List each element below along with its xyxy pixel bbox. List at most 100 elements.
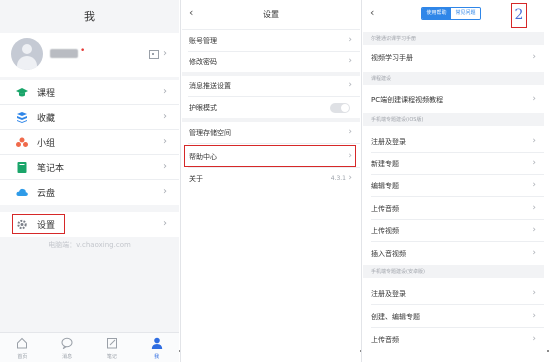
settings-item-eye-protection[interactable]: 护眼模式	[182, 98, 360, 118]
chevron-right-icon: ›	[348, 35, 352, 45]
tab-home[interactable]: 首页	[0, 333, 45, 362]
me-panel: 我 • › 课程 › 收藏 › 小组 › 笔记本 › 云盘 › 设置 › 电脑端…	[0, 0, 179, 362]
divider	[188, 143, 360, 144]
menu-item-cloud-drive[interactable]: 云盘 ›	[0, 180, 179, 205]
back-arrow-icon[interactable]: ‹	[370, 6, 374, 19]
menu-item-group[interactable]: 小组 ›	[0, 130, 179, 155]
chevron-right-icon: ›	[163, 218, 167, 229]
settings-item-label: 关于	[189, 175, 203, 183]
chevron-right-icon: ›	[532, 334, 536, 344]
help-item[interactable]: 上传音频 ›	[363, 198, 544, 220]
help-item-label: 新建专题	[371, 160, 399, 168]
tab-notes[interactable]: 笔记	[90, 333, 135, 362]
help-item-label: PC端创建课程视频教程	[371, 96, 444, 104]
settings-item-storage[interactable]: 管理存储空间 ›	[182, 123, 360, 143]
menu-item-favorites[interactable]: 收藏 ›	[0, 105, 179, 130]
menu-item-label: 收藏	[37, 114, 56, 124]
chevron-right-icon: ›	[348, 173, 352, 183]
help-item[interactable]: 插入音视频 ›	[363, 243, 544, 265]
help-item-label: 创建、编辑专题	[371, 313, 420, 321]
chevron-right-icon: ›	[532, 180, 536, 190]
menu-item-notebook[interactable]: 笔记本 ›	[0, 155, 179, 180]
section-header: 尔雅通识课学习手册	[363, 32, 544, 45]
section-header: 手机端专题建设(iOS版)	[363, 113, 544, 126]
settings-item-about[interactable]: 关于 4.3.1 ›	[182, 169, 360, 189]
chevron-right-icon: ›	[348, 56, 352, 66]
settings-header: ‹ 设置	[182, 0, 360, 30]
settings-item-account[interactable]: 账号管理 ›	[182, 31, 360, 51]
section-header-label: 手机端专题建设(iOS版)	[371, 117, 424, 123]
panel-divider	[180, 0, 181, 362]
favorites-icon	[17, 112, 27, 123]
help-item-label: 注册及登录	[371, 138, 406, 146]
profile-card[interactable]: • ›	[0, 33, 179, 77]
chevron-right-icon: ›	[532, 248, 536, 258]
tab-messages[interactable]: 消息	[45, 333, 90, 362]
tab-me[interactable]: 我	[134, 333, 179, 362]
chevron-right-icon: ›	[163, 161, 167, 172]
help-item[interactable]: 视频学习手册 ›	[363, 47, 544, 69]
desktop-url-text: 电脑端：v.chaoxing.com	[48, 241, 131, 249]
section-gap	[182, 118, 360, 122]
help-item[interactable]: 注册及登录 ›	[363, 131, 544, 153]
tab-usage-help[interactable]: 使用帮助	[422, 8, 451, 19]
help-item[interactable]: 注册及登录 ›	[363, 283, 544, 305]
bottom-tab-bar: 首页 消息 笔记 我	[0, 332, 179, 362]
help-item[interactable]: PC端创建课程视频教程 ›	[363, 89, 544, 111]
eye-protection-toggle[interactable]	[330, 103, 350, 113]
tab-label: 消息	[62, 354, 73, 360]
chevron-right-icon: ›	[163, 136, 167, 147]
settings-panel: ‹ 设置 账号管理 › 修改密码 › 消息推送设置 › 护眼模式 管理存储空间 …	[182, 0, 360, 362]
qr-code-icon[interactable]	[149, 50, 159, 59]
settings-item-change-password[interactable]: 修改密码 ›	[182, 52, 360, 72]
cloud-icon	[16, 188, 28, 196]
divider	[188, 167, 360, 168]
help-item-label: 编辑专题	[371, 182, 399, 190]
separator-dot	[547, 350, 549, 352]
avatar[interactable]	[11, 38, 43, 70]
section-header-label: 手机端专题建设(安卓版)	[371, 269, 425, 275]
chevron-right-icon: ›	[163, 48, 167, 59]
help-item[interactable]: 上传音频 ›	[363, 329, 544, 351]
help-center-highlight-box	[184, 145, 356, 167]
settings-item-label: 修改密码	[189, 58, 217, 66]
help-item-label: 插入音视频	[371, 250, 406, 258]
menu-item-label: 课程	[37, 89, 56, 99]
help-segmented-control: 使用帮助 常见问题	[421, 7, 481, 20]
menu-item-label: 笔记本	[37, 164, 65, 174]
step-number-annotation: 2	[511, 3, 527, 28]
profile-name-blurred	[50, 49, 78, 58]
help-item[interactable]: 新建专题 ›	[363, 153, 544, 175]
graduation-cap-icon	[16, 88, 28, 97]
tab-label: 首页	[17, 354, 28, 360]
chevron-right-icon: ›	[532, 203, 536, 213]
chevron-right-icon: ›	[532, 158, 536, 168]
menu-item-course[interactable]: 课程 ›	[0, 80, 179, 105]
settings-item-notifications[interactable]: 消息推送设置 ›	[182, 76, 360, 96]
help-item-label: 上传音频	[371, 205, 399, 213]
section-header: 课程建设	[363, 72, 544, 85]
version-text: 4.3.1	[330, 175, 346, 182]
help-header: ‹ 使用帮助 常见问题 2	[363, 0, 544, 30]
settings-item-label: 管理存储空间	[189, 129, 231, 137]
chevron-right-icon: ›	[532, 288, 536, 298]
panel-divider	[361, 0, 362, 362]
notebook-icon	[17, 162, 27, 173]
tab-label: 笔记	[106, 354, 117, 360]
note-icon	[106, 338, 117, 349]
chevron-right-icon: ›	[163, 86, 167, 97]
chevron-right-icon: ›	[532, 311, 536, 321]
settings-item-label: 护眼模式	[189, 104, 217, 112]
help-item[interactable]: 编辑专题 ›	[363, 175, 544, 197]
help-item[interactable]: 上传视频 ›	[363, 220, 544, 242]
chevron-right-icon: ›	[532, 225, 536, 235]
help-item[interactable]: 创建、编辑专题 ›	[363, 306, 544, 328]
settings-highlight-box	[12, 214, 65, 234]
person-icon	[151, 337, 162, 349]
chevron-right-icon: ›	[163, 111, 167, 122]
tab-faq[interactable]: 常见问题	[451, 8, 480, 19]
section-header-label: 尔雅通识课学习手册	[371, 36, 417, 42]
settings-item-label: 账号管理	[189, 37, 217, 45]
help-panel: ‹ 使用帮助 常见问题 2 尔雅通识课学习手册 视频学习手册 › 课程建设 PC…	[363, 0, 544, 362]
chevron-right-icon: ›	[532, 136, 536, 146]
